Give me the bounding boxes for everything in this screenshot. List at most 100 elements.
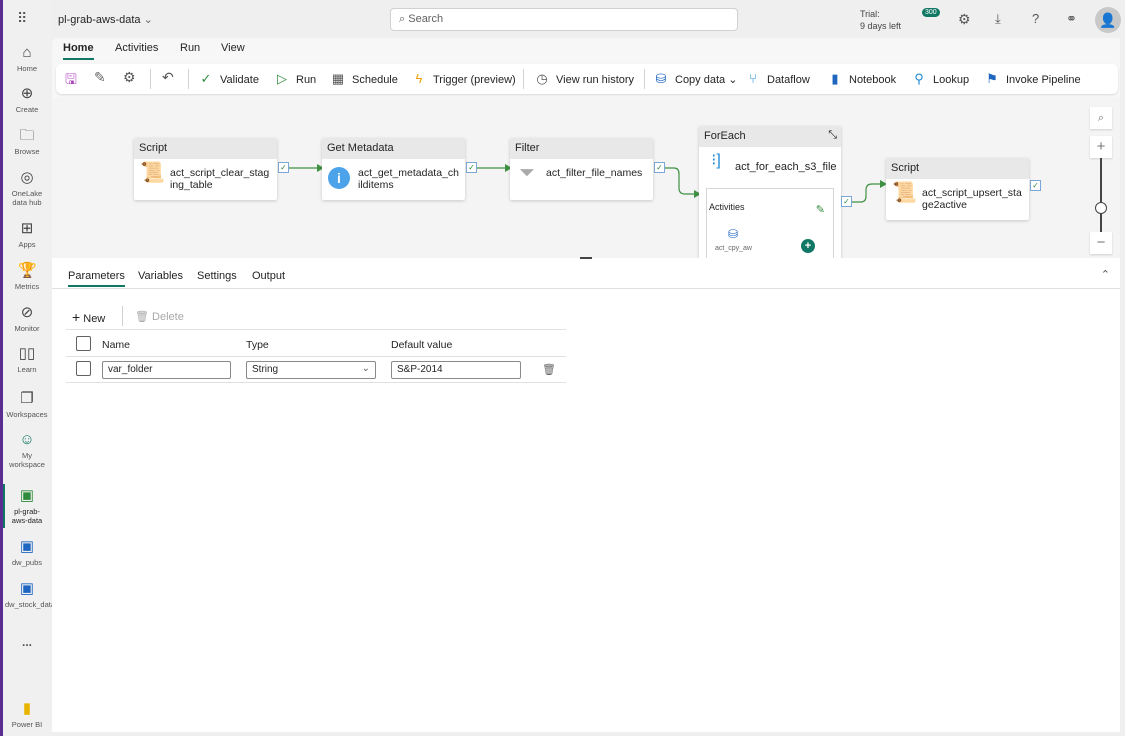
success-output-icon[interactable]: ✓ (841, 196, 852, 207)
divider (66, 329, 566, 330)
activity-filter[interactable]: Filter ⏷ act_filter_file_names (510, 138, 653, 200)
rail-learn[interactable]: ▯▯ Learn (3, 345, 51, 374)
copy-data-button[interactable]: ⛁ Copy data ⌄ (653, 71, 738, 87)
rail-label: Monitor (14, 324, 40, 333)
zoom-slider-track[interactable] (1100, 158, 1102, 233)
trash-icon: 🗑 (135, 311, 149, 323)
success-output-icon[interactable]: ✓ (654, 162, 665, 173)
parameter-default-input[interactable]: S&P-2014 (391, 361, 521, 379)
success-output-icon[interactable]: ✓ (278, 162, 289, 173)
edit-icon[interactable]: ✎ (816, 203, 825, 216)
parameter-type-select[interactable]: String ⌄ (246, 361, 376, 379)
zoom-out-icon[interactable]: − (1090, 232, 1112, 254)
activity-script-clear[interactable]: Script 📜 act_script_clear_staging_table (134, 138, 277, 200)
settings-icon[interactable]: ⚙ (958, 11, 971, 28)
rail-metrics[interactable]: 🏆 Metrics (3, 262, 51, 291)
undo-icon[interactable]: ↶ (162, 69, 174, 86)
resize-handle[interactable] (580, 257, 592, 259)
share-icon[interactable]: ⚭ (1066, 11, 1077, 27)
rail-apps[interactable]: ⊞ Apps (3, 220, 51, 249)
rail-label: Learn (17, 365, 37, 374)
chevron-down-icon: ⌄ (728, 74, 738, 86)
history-label: View run history (556, 74, 635, 86)
success-output-icon[interactable]: ✓ (466, 162, 477, 173)
browse-icon: 🗀 (19, 127, 35, 144)
download-icon[interactable]: ⤓ (995, 11, 1001, 27)
dataflow-label: Dataflow (767, 74, 810, 86)
rail-my-workspace[interactable]: ☺ My workspace (3, 431, 51, 469)
rail-pl-grab-aws-data[interactable]: ▣ pl-grab-aws-data (3, 487, 51, 525)
collapse-icon[interactable]: ⤡ (828, 129, 837, 142)
add-activity-icon[interactable]: + (801, 239, 815, 253)
save-icon[interactable]: 🖫 (65, 69, 77, 93)
validate-button[interactable]: ✓ Validate (198, 71, 259, 87)
notebook-icon: ▮ (831, 71, 839, 86)
tab-home[interactable]: Home (63, 42, 94, 60)
trigger-button[interactable]: ϟ Trigger (preview) (411, 71, 516, 86)
rail-create[interactable]: ⊕ Create (3, 85, 51, 114)
rail-onelake[interactable]: ◎ OneLake data hub (3, 169, 51, 207)
activity-get-metadata[interactable]: Get Metadata i act_get_metadata_childitem… (322, 138, 465, 200)
run-label: Run (296, 74, 317, 86)
copy-label: Copy data (675, 74, 726, 86)
delete-button[interactable]: 🗑 Delete (135, 310, 184, 323)
invoke-pipeline-button[interactable]: ⚑ Invoke Pipeline (984, 71, 1080, 87)
zoom-fit-icon[interactable]: ⌕ (1090, 107, 1112, 129)
row-checkbox[interactable] (76, 361, 91, 376)
save-as-icon[interactable]: ✎ (94, 69, 106, 86)
avatar[interactable]: 👤 (1095, 7, 1121, 33)
rail-label: Apps (18, 240, 36, 249)
activity-type: ForEach (704, 130, 746, 142)
tab-parameters[interactable]: Parameters (68, 270, 125, 287)
validate-label: Validate (220, 74, 259, 86)
help-icon[interactable]: ? (1032, 11, 1039, 26)
rail-dw-pubs[interactable]: ▣ dw_pubs (3, 538, 51, 567)
rail-home[interactable]: ⌂ Home (3, 44, 51, 73)
notification-badge[interactable]: 300 (922, 8, 940, 17)
pipeline-canvas[interactable]: Script 📜 act_script_clear_staging_table ✓… (52, 98, 1120, 258)
tab-run[interactable]: Run (180, 42, 200, 54)
more-icon[interactable]: ... (3, 636, 51, 648)
new-label: New (83, 313, 106, 325)
search-input[interactable]: ⌕ Search (390, 8, 738, 31)
activity-name: act_script_clear_staging_table (170, 167, 270, 191)
delete-row-icon[interactable]: 🗑 (542, 363, 556, 376)
divider (122, 306, 123, 326)
zoom-in-icon[interactable]: + (1090, 136, 1112, 158)
tab-activities[interactable]: Activities (115, 42, 158, 54)
lookup-button[interactable]: ⚲ Lookup (911, 71, 969, 87)
zoom-slider-thumb[interactable] (1095, 202, 1107, 214)
inner-activity-name[interactable]: act_cpy_aw (715, 245, 752, 252)
rail-dw-stock-data[interactable]: ▣ dw_stock_data (3, 580, 55, 609)
select-all-checkbox[interactable] (76, 336, 91, 351)
activity-foreach[interactable]: ForEach ⤡ ⁝] act_for_each_s3_file Activiti… (699, 126, 841, 258)
app-launcher-icon[interactable]: ⠿ (17, 10, 27, 27)
run-button[interactable]: ▷ Run (274, 71, 316, 87)
rail-browse[interactable]: 🗀 Browse (3, 127, 51, 156)
properties-panel: Parameters Variables Settings Output ⌃ +… (52, 257, 1120, 732)
tab-output[interactable]: Output (252, 270, 285, 282)
monitor-icon: ⊘ (20, 304, 34, 321)
notebook-button[interactable]: ▮ Notebook (827, 71, 896, 87)
rail-powerbi[interactable]: ▮ Power BI (3, 700, 51, 729)
view-run-history-button[interactable]: ◷ View run history (534, 71, 634, 87)
search-icon: ⌕ (399, 13, 406, 25)
tab-settings[interactable]: Settings (197, 270, 237, 282)
gear-icon[interactable]: ⚙ (123, 69, 136, 86)
trial-status: Trial: 9 days left (860, 8, 901, 32)
collapse-panel-icon[interactable]: ⌃ (1101, 268, 1110, 281)
dataflow-button[interactable]: ⑂ Dataflow (745, 71, 810, 86)
rail-label: dw_pubs (11, 558, 43, 567)
onelake-icon: ◎ (20, 169, 34, 186)
rail-workspaces[interactable]: ❐ Workspaces (3, 390, 51, 419)
tab-variables[interactable]: Variables (138, 270, 183, 282)
workspace-item-title[interactable]: pl-grab-aws-data ⌄ (58, 13, 153, 26)
activity-script-upsert[interactable]: Script 📜 act_script_upsert_stage2active (886, 158, 1029, 220)
tab-view[interactable]: View (221, 42, 245, 54)
rail-monitor[interactable]: ⊘ Monitor (3, 304, 51, 333)
success-output-icon[interactable]: ✓ (1030, 180, 1041, 191)
schedule-button[interactable]: ▦ Schedule (330, 71, 398, 87)
column-header-type: Type (246, 339, 269, 351)
parameter-name-input[interactable]: var_folder (102, 361, 231, 379)
new-button[interactable]: + New (72, 309, 105, 325)
